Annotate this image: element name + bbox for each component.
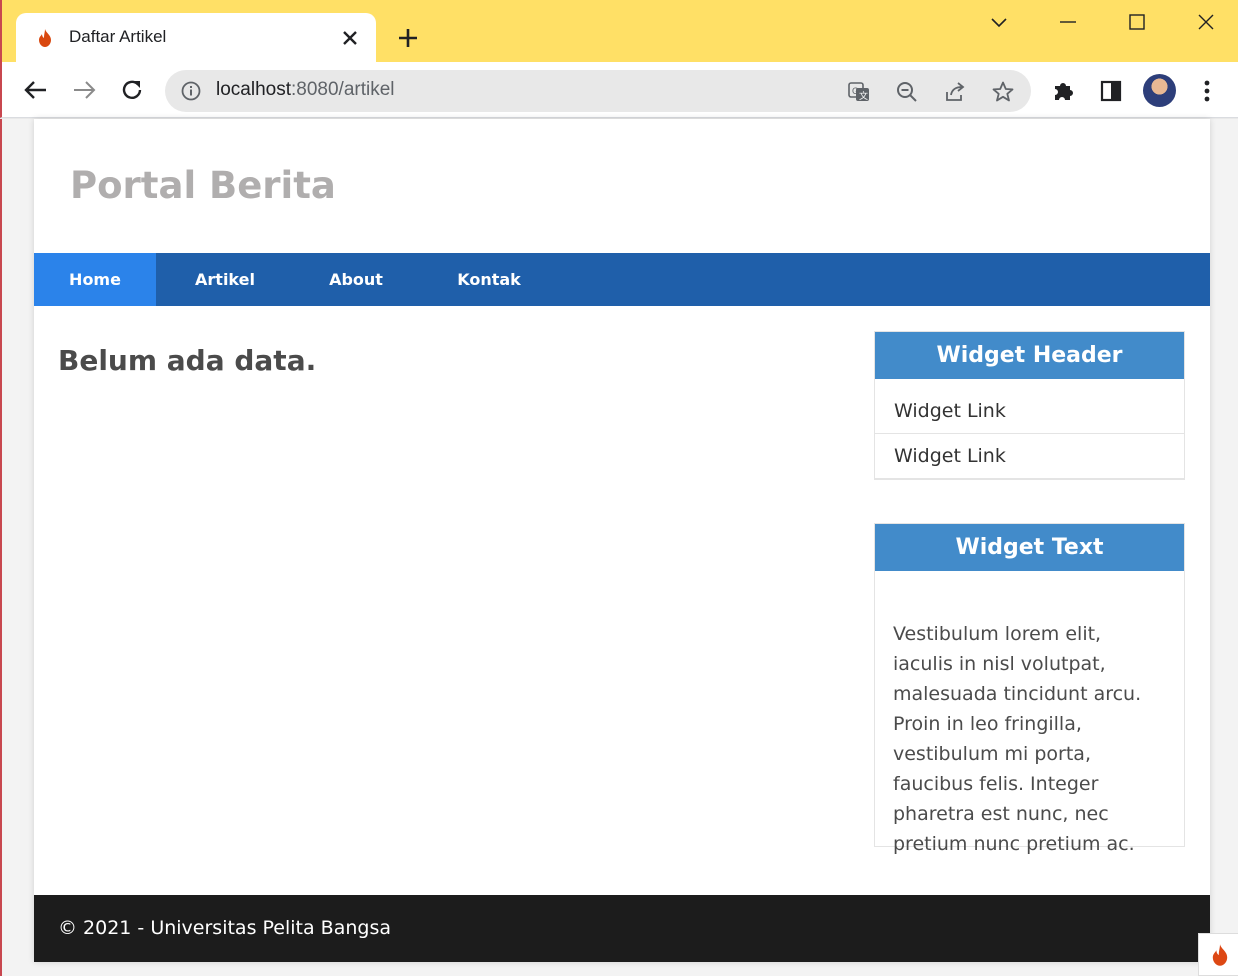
more-icon[interactable]	[1194, 78, 1220, 104]
page-viewport: Portal Berita Home Artikel About Kontak …	[0, 119, 1238, 976]
site-footer: © 2021 - Universitas Pelita Bangsa	[34, 895, 1210, 962]
nav-item-kontak[interactable]: Kontak	[418, 253, 560, 306]
browser-tab-strip: Daftar Artikel	[0, 0, 1238, 63]
avatar[interactable]	[1143, 74, 1176, 107]
flame-icon	[39, 29, 51, 47]
plus-icon[interactable]	[396, 26, 420, 50]
maximize-icon[interactable]	[1124, 10, 1150, 36]
extensions-icon[interactable]	[1051, 78, 1077, 104]
window-close-icon[interactable]	[1193, 10, 1219, 36]
reload-icon[interactable]	[118, 76, 146, 104]
debug-toolbar-toggle[interactable]	[1198, 933, 1238, 976]
widget-links: Widget Header Widget Link Widget Link	[874, 331, 1185, 480]
browser-toolbar: localhost:8080/artikel G 文	[0, 62, 1238, 118]
url-text[interactable]: localhost:8080/artikel	[216, 79, 395, 101]
widget-link[interactable]: Widget Link	[875, 434, 1184, 479]
star-icon[interactable]	[991, 80, 1015, 104]
widget-text-body: Vestibulum lorem elit, iaculis in nisl v…	[893, 623, 1142, 855]
url-host: localhost	[216, 79, 291, 100]
share-icon[interactable]	[943, 80, 967, 104]
url-path: :8080/artikel	[291, 79, 395, 100]
svg-text:文: 文	[859, 90, 868, 101]
chevron-down-icon[interactable]	[986, 10, 1012, 36]
nav-item-artikel[interactable]: Artikel	[156, 253, 294, 306]
forward-icon[interactable]	[70, 76, 98, 104]
translate-icon[interactable]: G 文	[847, 80, 871, 104]
footer-copyright: © 2021 - Universitas Pelita Bangsa	[58, 917, 391, 939]
tab-title: Daftar Artikel	[69, 27, 167, 46]
widget-header: Widget Text	[875, 524, 1184, 571]
empty-data-message: Belum ada data.	[58, 344, 317, 377]
info-icon[interactable]	[181, 81, 201, 101]
nav-item-home[interactable]: Home	[34, 253, 156, 306]
address-bar[interactable]: localhost:8080/artikel G 文	[165, 70, 1031, 112]
side-panel-icon[interactable]	[1098, 78, 1124, 104]
site-title: Portal Berita	[70, 164, 336, 207]
main-nav: Home Artikel About Kontak	[34, 253, 1210, 306]
back-icon[interactable]	[22, 76, 50, 104]
svg-text:G: G	[852, 86, 859, 96]
widget-text: Widget Text Vestibulum lorem elit, iacul…	[874, 523, 1185, 855]
zoom-out-icon[interactable]	[895, 80, 919, 104]
page-container: Portal Berita Home Artikel About Kontak …	[34, 119, 1210, 962]
minimize-icon[interactable]	[1055, 10, 1081, 36]
browser-tab[interactable]: Daftar Artikel	[16, 13, 376, 63]
widget-header: Widget Header	[875, 332, 1184, 379]
site-header: Portal Berita	[34, 119, 1210, 253]
nav-item-about[interactable]: About	[294, 253, 418, 306]
flame-icon	[1212, 944, 1228, 966]
close-icon[interactable]	[341, 29, 359, 47]
widget-link[interactable]: Widget Link	[875, 389, 1184, 434]
